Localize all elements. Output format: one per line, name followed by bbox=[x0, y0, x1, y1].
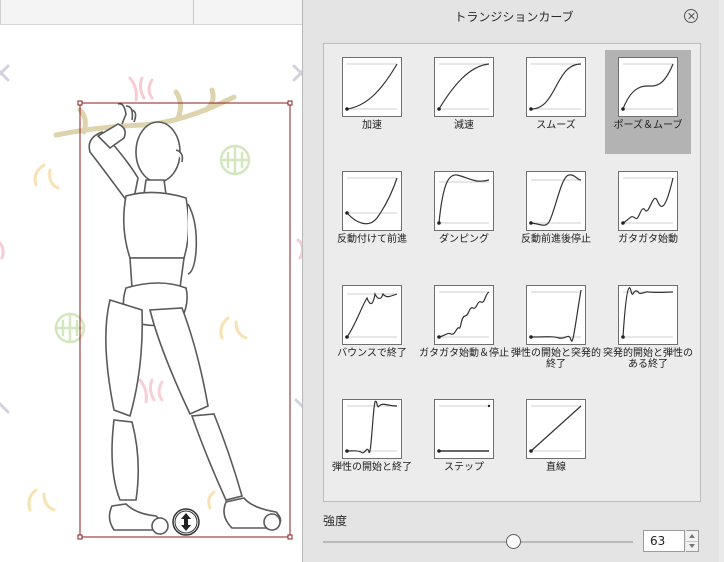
preset-label: ガタガタ始動 bbox=[618, 234, 678, 245]
preset-anticipate[interactable]: 反動付けて前進 bbox=[329, 164, 415, 268]
curve-thumbnail bbox=[434, 399, 494, 459]
curve-thumbnail bbox=[526, 57, 586, 117]
canvas-area[interactable] bbox=[0, 0, 302, 562]
preset-label: 減速 bbox=[454, 120, 474, 131]
curve-thumbnail bbox=[526, 399, 586, 459]
preset-decel[interactable]: 減速 bbox=[421, 50, 507, 154]
curve-thumbnail bbox=[526, 171, 586, 231]
spin-down-icon[interactable] bbox=[686, 541, 698, 551]
mannequin-figure bbox=[88, 102, 282, 535]
curve-thumbnail bbox=[618, 285, 678, 345]
preset-recoil-stop[interactable]: 反動前進後停止 bbox=[513, 164, 599, 268]
preset-linear[interactable]: 直線 bbox=[513, 392, 599, 496]
strength-slider-thumb[interactable] bbox=[506, 534, 521, 549]
preset-elastic-start-sudden[interactable]: 弾性の開始と突発的終了 bbox=[511, 278, 601, 382]
preset-pause-move[interactable]: ポーズ＆ムーブ bbox=[605, 50, 691, 154]
preset-label: ステップ bbox=[444, 462, 484, 473]
preset-grid: 加速 減速 スムーズ ポーズ＆ムーブ 反動付けて前進 ダンピング 反動前進後停止… bbox=[323, 43, 701, 502]
preset-label: ガタガタ始動＆停止 bbox=[419, 348, 509, 359]
preset-label: 突発的開始と弾性のある終了 bbox=[603, 348, 693, 370]
curve-thumbnail bbox=[342, 399, 402, 459]
preset-label: ポーズ＆ムーブ bbox=[613, 120, 683, 131]
preset-label: ダンピング bbox=[439, 234, 489, 245]
strength-label: 強度 bbox=[323, 514, 348, 528]
curve-thumbnail bbox=[526, 285, 586, 345]
preset-smooth[interactable]: スムーズ bbox=[513, 50, 599, 154]
dialog-title: トランジションカーブ bbox=[454, 10, 574, 24]
strength-spinner bbox=[686, 530, 699, 552]
preset-label: スムーズ bbox=[536, 120, 576, 131]
preset-step[interactable]: ステップ bbox=[421, 392, 507, 496]
curve-thumbnail bbox=[618, 171, 678, 231]
preset-sudden-start-elastic[interactable]: 突発的開始と弾性のある終了 bbox=[603, 278, 693, 382]
preset-elastic-start-end[interactable]: 弾性の開始と終了 bbox=[329, 392, 415, 496]
curve-thumbnail bbox=[434, 285, 494, 345]
close-icon[interactable] bbox=[684, 9, 698, 23]
preset-damping[interactable]: ダンピング bbox=[421, 164, 507, 268]
curve-thumbnail bbox=[434, 57, 494, 117]
curve-thumbnail bbox=[342, 285, 402, 345]
curve-thumbnail bbox=[434, 171, 494, 231]
transition-curve-dialog: トランジションカーブ 加速 減速 スムーズ ポーズ＆ムーブ 反動付けて前進 ダン… bbox=[302, 0, 724, 562]
preset-label: 弾性の開始と突発的終了 bbox=[511, 348, 601, 370]
curve-thumbnail bbox=[342, 171, 402, 231]
canvas-illustration bbox=[0, 64, 302, 540]
strength-value-input[interactable]: 63 bbox=[643, 530, 685, 552]
preset-rattle-start-stop[interactable]: ガタガタ始動＆停止 bbox=[419, 278, 509, 382]
preset-label: 弾性の開始と終了 bbox=[332, 462, 412, 473]
right-edge-strip bbox=[719, 0, 724, 562]
preset-label: バウンスで終了 bbox=[337, 348, 407, 359]
preset-label: 加速 bbox=[362, 120, 382, 131]
vertical-move-icon[interactable] bbox=[171, 507, 201, 537]
preset-bounce-end[interactable]: バウンスで終了 bbox=[329, 278, 415, 382]
preset-label: 反動前進後停止 bbox=[521, 234, 591, 245]
strength-slider-track[interactable] bbox=[323, 541, 633, 543]
preset-label: 直線 bbox=[546, 462, 566, 473]
curve-thumbnail bbox=[618, 57, 678, 117]
preset-label: 反動付けて前進 bbox=[337, 234, 407, 245]
curve-thumbnail bbox=[342, 57, 402, 117]
preset-accel[interactable]: 加速 bbox=[329, 50, 415, 154]
preset-rattle-start[interactable]: ガタガタ始動 bbox=[605, 164, 691, 268]
